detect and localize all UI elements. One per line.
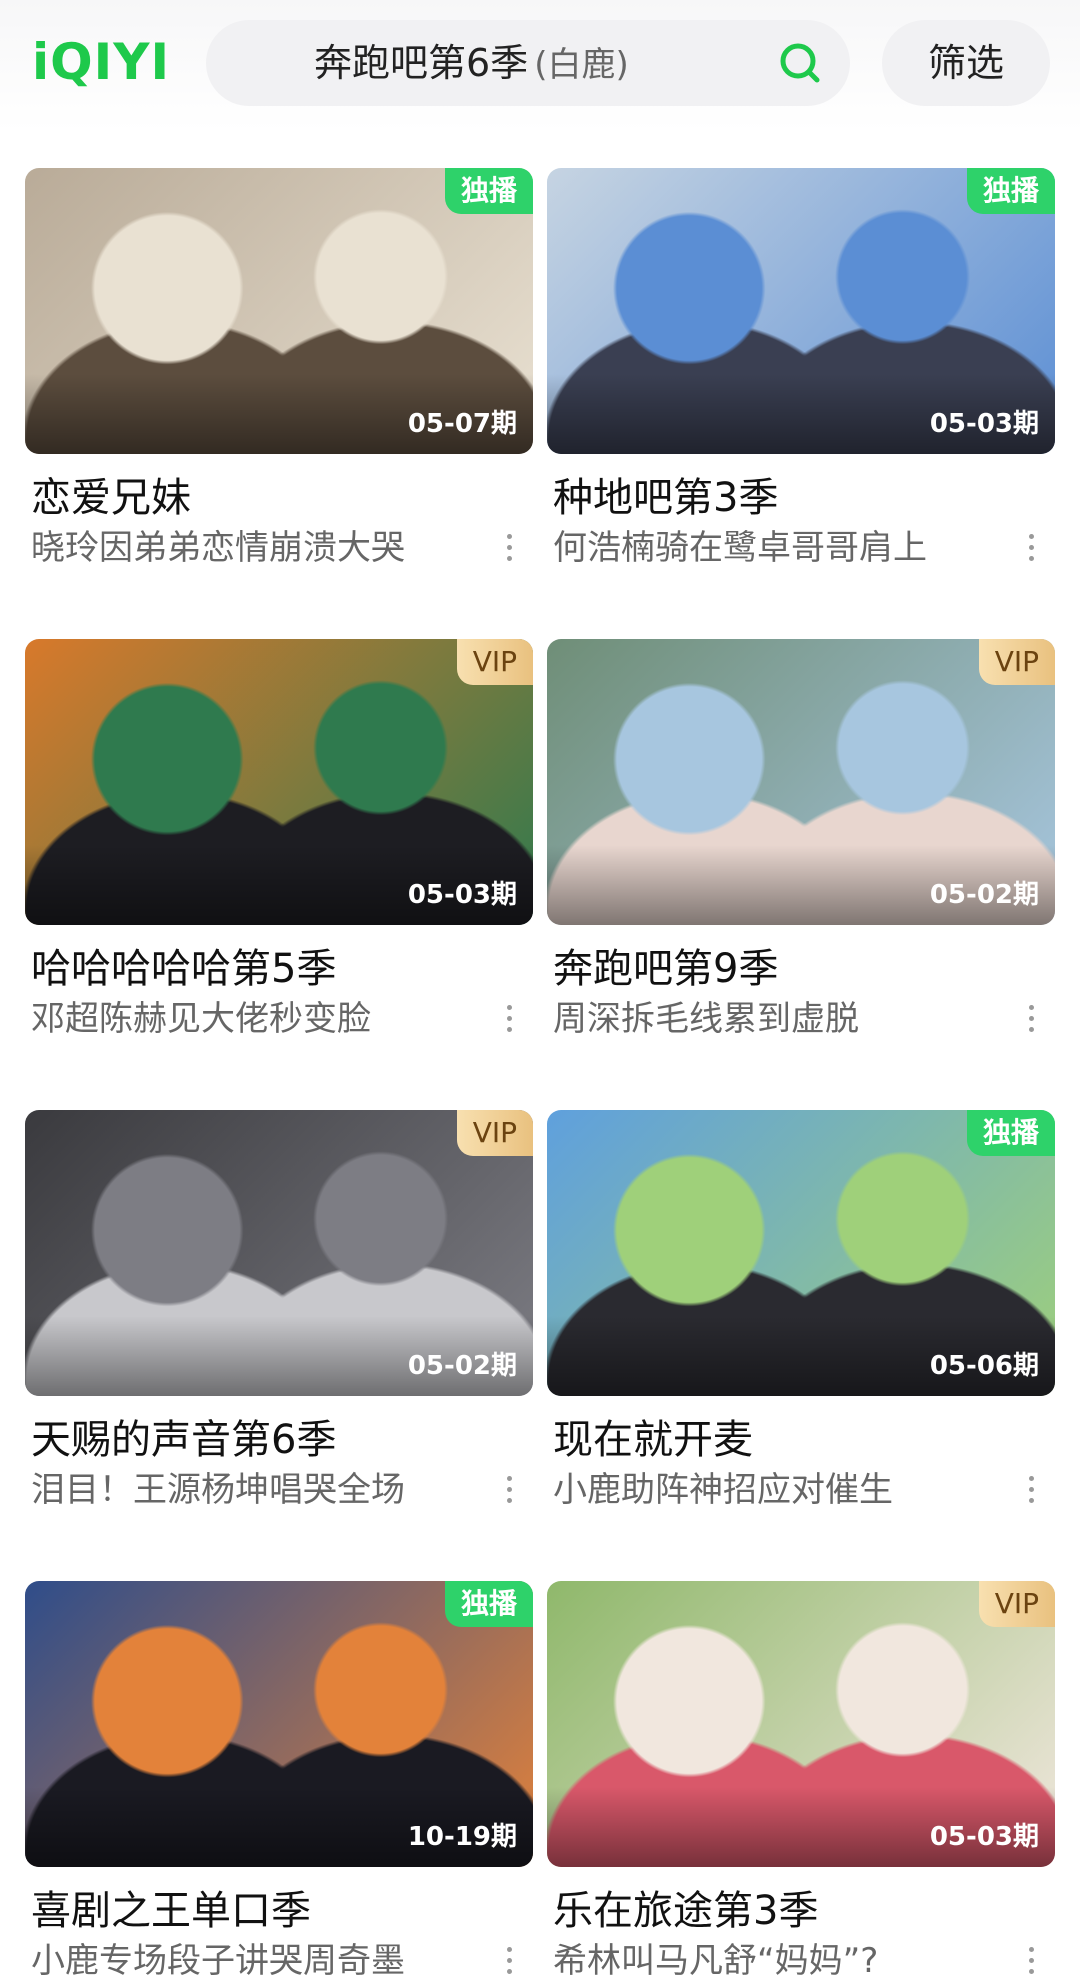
video-card[interactable]: VIP 05-03期 哈哈哈哈哈第5季 邓超陈赫见大佬秒变脸 [25, 639, 533, 1043]
video-card[interactable]: 独播 05-07期 恋爱兄妹 晓玲因弟弟恋情崩溃大哭 [25, 168, 533, 572]
content-badge: 独播 [444, 168, 533, 214]
video-card[interactable]: 独播 05-06期 现在就开麦 小鹿助阵神招应对催生 [547, 1110, 1055, 1514]
video-thumbnail[interactable]: 独播 10-19期 [25, 1581, 533, 1867]
filter-button[interactable]: 筛选 [882, 20, 1050, 106]
search-icon[interactable] [778, 41, 822, 85]
more-options-icon[interactable] [1025, 534, 1037, 564]
episode-label: 05-02期 [407, 1351, 517, 1381]
episode-label: 05-06期 [929, 1351, 1039, 1381]
more-options-icon[interactable] [1025, 1005, 1037, 1035]
search-query-text: 奔跑吧第6季 [314, 41, 529, 85]
video-card[interactable]: 独播 10-19期 喜剧之王单口季 小鹿专场段子讲哭周奇墨 [25, 1581, 533, 1985]
content-badge: VIP [456, 1110, 533, 1156]
video-title[interactable]: 喜剧之王单口季 [31, 1885, 533, 1937]
search-bar[interactable]: 奔跑吧第6季 (白鹿) [206, 20, 850, 106]
episode-label: 05-07期 [407, 409, 517, 439]
video-thumbnail[interactable]: VIP 05-02期 [547, 639, 1055, 925]
video-title[interactable]: 现在就开麦 [553, 1414, 1055, 1466]
video-subtitle: 小鹿专场段子讲哭周奇墨 [31, 1941, 405, 1981]
video-thumbnail[interactable]: 独播 05-03期 [547, 168, 1055, 454]
video-subtitle: 周深拆毛线累到虚脱 [553, 999, 859, 1039]
more-options-icon[interactable] [1025, 1476, 1037, 1506]
video-subtitle: 邓超陈赫见大佬秒变脸 [31, 999, 371, 1039]
video-title[interactable]: 哈哈哈哈哈第5季 [31, 943, 533, 995]
video-thumbnail[interactable]: VIP 05-03期 [25, 639, 533, 925]
episode-label: 05-03期 [929, 409, 1039, 439]
more-options-icon[interactable] [503, 1947, 515, 1977]
iqiyi-logo[interactable]: iQIYI [32, 32, 170, 92]
video-subtitle: 小鹿助阵神招应对催生 [553, 1470, 893, 1510]
search-hint-text: (白鹿) [534, 45, 629, 85]
video-title[interactable]: 种地吧第3季 [553, 472, 1055, 524]
video-card[interactable]: VIP 05-02期 天赐的声音第6季 泪目！王源杨坤唱哭全场 [25, 1110, 533, 1514]
video-card[interactable]: 独播 05-03期 种地吧第3季 何浩楠骑在鹭卓哥哥肩上 [547, 168, 1055, 572]
content-badge: VIP [978, 1581, 1055, 1627]
more-options-icon[interactable] [503, 1476, 515, 1506]
video-title[interactable]: 天赐的声音第6季 [31, 1414, 533, 1466]
video-title[interactable]: 乐在旅途第3季 [553, 1885, 1055, 1937]
episode-label: 10-19期 [407, 1822, 517, 1852]
content-badge: VIP [978, 639, 1055, 685]
video-subtitle: 晓玲因弟弟恋情崩溃大哭 [31, 528, 405, 568]
top-bar: iQIYI 奔跑吧第6季 (白鹿) 筛选 [0, 0, 1080, 132]
episode-label: 05-03期 [929, 1822, 1039, 1852]
episode-label: 05-02期 [929, 880, 1039, 910]
more-options-icon[interactable] [1025, 1947, 1037, 1977]
content-badge: 独播 [444, 1581, 533, 1627]
content-badge: 独播 [966, 1110, 1055, 1156]
video-thumbnail[interactable]: 独播 05-07期 [25, 168, 533, 454]
content-badge: VIP [456, 639, 533, 685]
video-card[interactable]: VIP 05-03期 乐在旅途第3季 希林叫马凡舒“妈妈”? [547, 1581, 1055, 1985]
video-subtitle: 泪目！王源杨坤唱哭全场 [31, 1470, 405, 1510]
more-options-icon[interactable] [503, 1005, 515, 1035]
video-title[interactable]: 恋爱兄妹 [31, 472, 533, 524]
more-options-icon[interactable] [503, 534, 515, 564]
video-subtitle: 希林叫马凡舒“妈妈”? [553, 1941, 879, 1981]
video-thumbnail[interactable]: VIP 05-03期 [547, 1581, 1055, 1867]
video-subtitle: 何浩楠骑在鹭卓哥哥肩上 [553, 528, 927, 568]
video-title[interactable]: 奔跑吧第9季 [553, 943, 1055, 995]
content-badge: 独播 [966, 168, 1055, 214]
video-thumbnail[interactable]: VIP 05-02期 [25, 1110, 533, 1396]
episode-label: 05-03期 [407, 880, 517, 910]
search-input[interactable]: 奔跑吧第6季 (白鹿) [314, 20, 629, 106]
video-thumbnail[interactable]: 独播 05-06期 [547, 1110, 1055, 1396]
video-card[interactable]: VIP 05-02期 奔跑吧第9季 周深拆毛线累到虚脱 [547, 639, 1055, 1043]
